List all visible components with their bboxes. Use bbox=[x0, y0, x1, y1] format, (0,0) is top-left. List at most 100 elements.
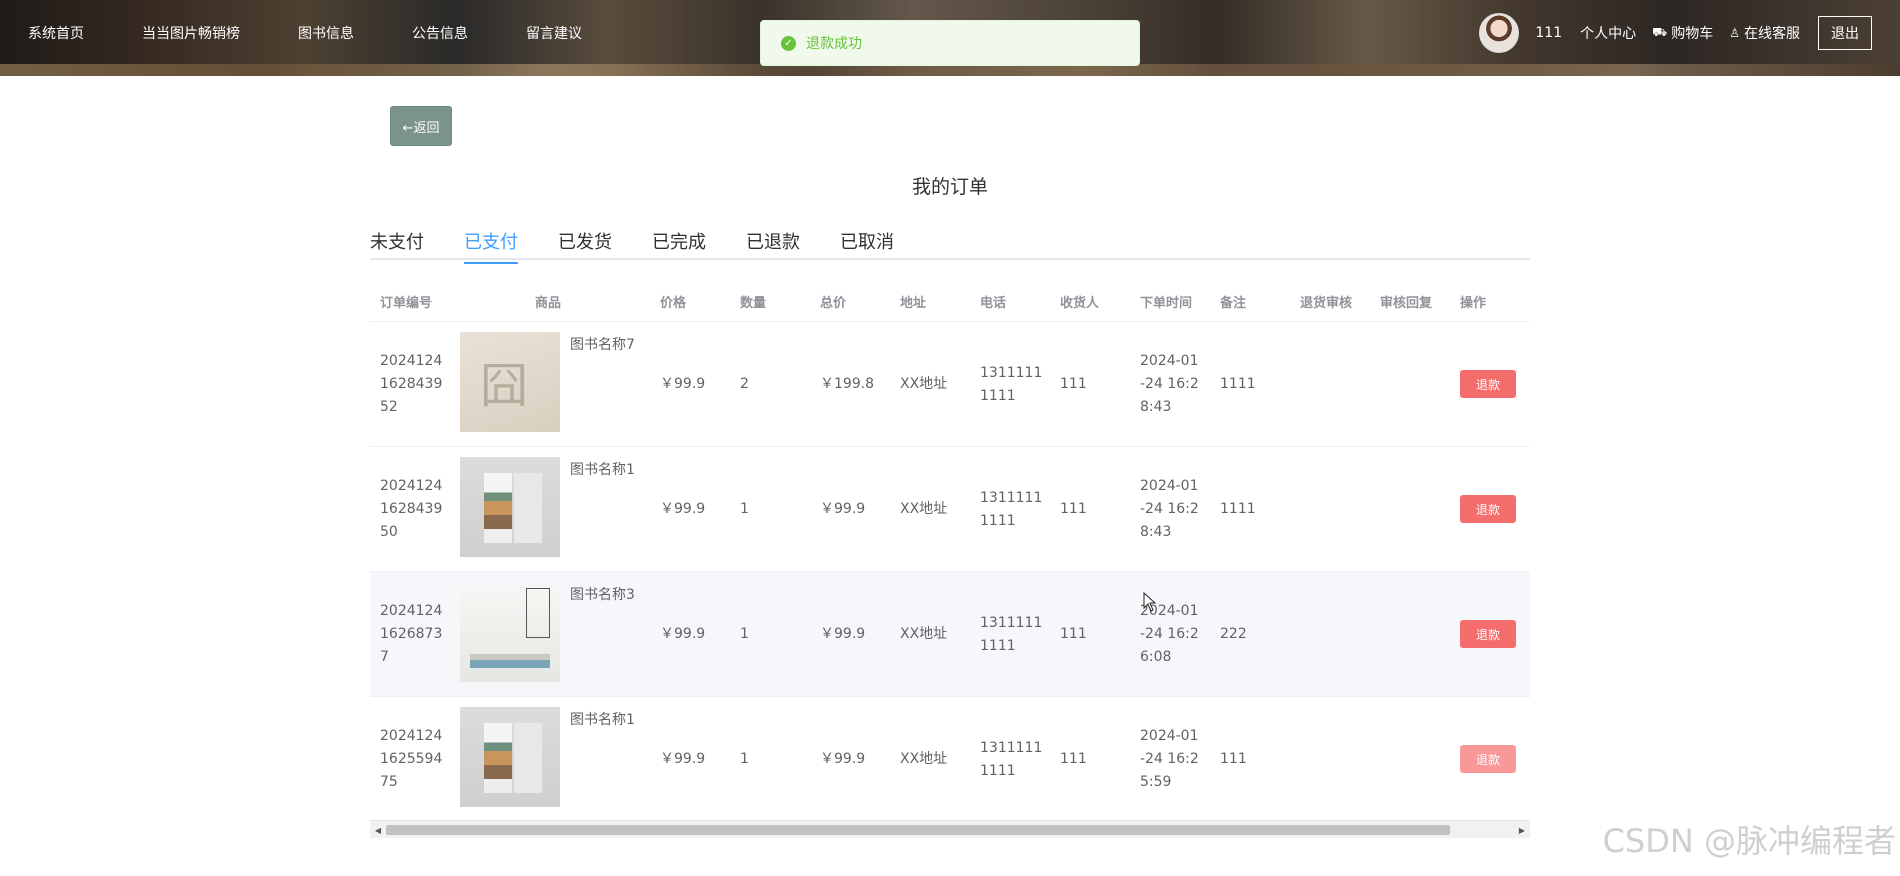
qty-cell: 1 bbox=[740, 501, 749, 517]
refund-button[interactable]: 退款 bbox=[1460, 620, 1516, 648]
nav-item-feedback[interactable]: 留言建议 bbox=[526, 23, 582, 43]
price-cell: ￥99.9 bbox=[660, 626, 706, 642]
check-circle-icon: ✓ bbox=[781, 35, 796, 51]
order-no-cell: 2024124 1626873 7 bbox=[380, 600, 442, 669]
price-cell: ￥99.9 bbox=[660, 501, 706, 517]
nav-item-books[interactable]: 图书信息 bbox=[298, 23, 354, 43]
refund-button[interactable]: 退款 bbox=[1460, 370, 1516, 398]
book-name: 图书名称1 bbox=[570, 462, 635, 478]
order-no-line: 2024124 bbox=[380, 478, 443, 494]
remark-cell: 1111 bbox=[1220, 376, 1256, 392]
book-name: 图书名称7 bbox=[570, 337, 635, 353]
col-product: 商品 bbox=[535, 296, 562, 311]
order-no-line: 7 bbox=[380, 649, 389, 665]
personal-center-link[interactable]: 个人中心 bbox=[1580, 23, 1636, 43]
tab-completed[interactable]: 已完成 bbox=[652, 228, 706, 262]
scroll-right-arrow-icon[interactable]: ▶ bbox=[1514, 821, 1530, 839]
time-line: -24 16:2 bbox=[1140, 751, 1199, 767]
book-cover-image[interactable] bbox=[460, 457, 560, 557]
scrollbar-thumb[interactable] bbox=[386, 825, 1450, 835]
receiver-cell: 111 bbox=[1060, 501, 1087, 517]
time-line: 8:43 bbox=[1140, 399, 1172, 415]
qty-cell: 1 bbox=[740, 751, 749, 767]
cart-link[interactable]: ⛟ 购物车 bbox=[1652, 23, 1713, 43]
phone-cell: 1311111 1111 bbox=[980, 612, 1042, 658]
time-line: 8:43 bbox=[1140, 524, 1172, 540]
order-no-line: 1628439 bbox=[380, 501, 443, 517]
address-cell: XX地址 bbox=[900, 751, 948, 767]
tab-paid[interactable]: 已支付 bbox=[464, 228, 518, 264]
phone-line: 1311111 bbox=[980, 615, 1043, 631]
phone-cell: 1311111 1111 bbox=[980, 362, 1042, 408]
main-nav: 系统首页 当当图片畅销榜 图书信息 公告信息 留言建议 bbox=[28, 0, 640, 66]
receiver-cell: 111 bbox=[1060, 376, 1087, 392]
watermark: CSDN @脉冲编程者 bbox=[1602, 822, 1896, 860]
order-time-cell: 2024-01 -24 16:2 8:43 bbox=[1140, 350, 1199, 419]
scroll-left-arrow-icon[interactable]: ◀ bbox=[370, 821, 386, 839]
mouse-cursor-icon bbox=[1143, 592, 1157, 612]
time-line: 5:59 bbox=[1140, 774, 1172, 790]
receiver-cell: 111 bbox=[1060, 751, 1087, 767]
refund-button[interactable]: 退款 bbox=[1460, 745, 1516, 773]
logout-button[interactable]: 退出 bbox=[1818, 16, 1872, 50]
table-row: 2024124 1628439 50 图书名称1 ￥99.9 1 ￥99.9 X… bbox=[370, 447, 1530, 572]
nav-item-home[interactable]: 系统首页 bbox=[28, 23, 84, 43]
order-no-line: 1628439 bbox=[380, 376, 443, 392]
book-cover-image[interactable] bbox=[460, 707, 560, 807]
qty-cell: 2 bbox=[740, 376, 749, 392]
order-time-cell: 2024-01 -24 16:2 8:43 bbox=[1140, 475, 1199, 544]
tab-cancelled[interactable]: 已取消 bbox=[840, 228, 894, 262]
table-header: 订单编号 商品 价格 数量 总价 地址 电话 收货人 下单时间 备注 退货审核 … bbox=[370, 280, 1530, 322]
phone-line: 1111 bbox=[980, 388, 1016, 404]
user-area: 111 个人中心 ⛟ 购物车 ♙ 在线客服 退出 bbox=[1479, 0, 1900, 66]
avatar[interactable] bbox=[1479, 13, 1520, 53]
col-receiver: 收货人 bbox=[1060, 296, 1100, 311]
horizontal-scrollbar[interactable]: ◀ ▶ bbox=[370, 820, 1530, 838]
address-cell: XX地址 bbox=[900, 626, 948, 642]
book-name: 图书名称3 bbox=[570, 587, 635, 603]
book-cover-image[interactable] bbox=[460, 582, 560, 682]
col-review-reply: 审核回复 bbox=[1380, 296, 1433, 311]
remark-cell: 1111 bbox=[1220, 501, 1256, 517]
time-line: 6:08 bbox=[1140, 649, 1172, 665]
order-no-line: 2024124 bbox=[380, 728, 443, 744]
total-cell: ￥99.9 bbox=[820, 626, 866, 642]
table-row: 2024124 1628439 52 图书名称7 ￥99.9 2 ￥199.8 … bbox=[370, 322, 1530, 447]
order-status-tabs: 未支付 已支付 已发货 已完成 已退款 已取消 bbox=[370, 222, 1530, 264]
col-order-time: 下单时间 bbox=[1140, 296, 1193, 311]
online-service-link[interactable]: ♙ 在线客服 bbox=[1729, 23, 1800, 43]
cart-label: 购物车 bbox=[1671, 26, 1714, 42]
col-address: 地址 bbox=[900, 296, 927, 311]
person-icon: ♙ bbox=[1729, 26, 1740, 40]
col-remark: 备注 bbox=[1220, 296, 1247, 311]
phone-line: 1311111 bbox=[980, 740, 1043, 756]
receiver-cell: 111 bbox=[1060, 626, 1087, 642]
order-no-line: 2024124 bbox=[380, 603, 443, 619]
refund-button[interactable]: 退款 bbox=[1460, 495, 1516, 523]
remark-cell: 222 bbox=[1220, 626, 1247, 642]
back-button[interactable]: ←返回 bbox=[390, 106, 452, 146]
col-return-review: 退货审核 bbox=[1300, 296, 1353, 311]
qty-cell: 1 bbox=[740, 626, 749, 642]
order-no-line: 50 bbox=[380, 524, 398, 540]
table-row: 2024124 1625594 75 图书名称1 ￥99.9 1 ￥99.9 X… bbox=[370, 697, 1530, 822]
nav-item-bestsellers[interactable]: 当当图片畅销榜 bbox=[142, 23, 240, 43]
book-name: 图书名称1 bbox=[570, 712, 635, 728]
order-no-line: 52 bbox=[380, 399, 398, 415]
time-line: -24 16:2 bbox=[1140, 501, 1199, 517]
total-cell: ￥99.9 bbox=[820, 751, 866, 767]
tab-shipped[interactable]: 已发货 bbox=[558, 228, 612, 262]
tab-refunded[interactable]: 已退款 bbox=[746, 228, 800, 262]
book-cover-image[interactable] bbox=[460, 332, 560, 432]
phone-cell: 1311111 1111 bbox=[980, 487, 1042, 533]
service-label: 在线客服 bbox=[1744, 26, 1800, 42]
order-no-line: 2024124 bbox=[380, 353, 443, 369]
col-qty: 数量 bbox=[740, 296, 767, 311]
username: 111 bbox=[1535, 25, 1563, 41]
order-no-cell: 2024124 1628439 52 bbox=[380, 350, 442, 419]
toast-message: 退款成功 bbox=[806, 36, 862, 52]
tab-unpaid[interactable]: 未支付 bbox=[370, 228, 424, 262]
nav-item-notices[interactable]: 公告信息 bbox=[412, 23, 468, 43]
address-cell: XX地址 bbox=[900, 501, 948, 517]
order-time-cell: 2024-01 -24 16:2 5:59 bbox=[1140, 725, 1199, 794]
